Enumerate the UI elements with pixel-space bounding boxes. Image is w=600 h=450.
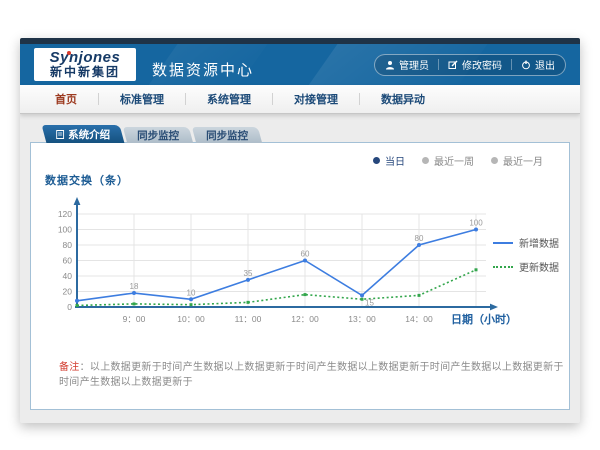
- app-header: Synjones 新中新集团 数据资源中心 管理员 修改密码: [20, 44, 580, 85]
- tab-bar: 系统介绍 同步监控 同步监控: [44, 125, 260, 143]
- legend-item-new-data[interactable]: 新增数据: [493, 235, 559, 250]
- svg-text:15: 15: [365, 298, 374, 307]
- svg-text:11：00: 11：00: [235, 314, 262, 324]
- logo-text-en: Synjones: [42, 50, 128, 66]
- legend-item-update-data[interactable]: 更新数据: [493, 259, 559, 274]
- app-window: Synjones 新中新集团 数据资源中心 管理员 修改密码: [20, 38, 580, 423]
- range-label: 最近一月: [503, 153, 543, 168]
- legend-label: 新增数据: [519, 235, 559, 250]
- app-title: 数据资源中心: [152, 59, 254, 80]
- logo-text-cn: 新中新集团: [42, 66, 128, 79]
- nav-item-interface-mgmt[interactable]: 对接管理: [273, 91, 359, 107]
- divider: [438, 59, 439, 70]
- x-axis-title: 日期（小时）: [451, 311, 517, 327]
- svg-text:100: 100: [58, 225, 72, 235]
- footnote: 备注：以上数据更新于时间产生数据以上数据更新于时间产生数据以上数据更新于时间产生…: [59, 358, 569, 388]
- change-password-label: 修改密码: [462, 57, 502, 72]
- edit-icon: [448, 60, 458, 70]
- user-menu: 管理员 修改密码 退出: [374, 54, 566, 76]
- tab-system-intro[interactable]: 系统介绍: [42, 125, 125, 143]
- svg-text:20: 20: [63, 287, 73, 297]
- user-menu-admin[interactable]: 管理员: [385, 57, 429, 72]
- divider: [511, 59, 512, 70]
- dotted-line-swatch: [493, 266, 513, 268]
- tab-label: 同步监控: [206, 128, 248, 143]
- svg-text:10：00: 10：00: [177, 314, 205, 324]
- svg-text:10: 10: [187, 288, 196, 297]
- tab-sync-monitor-2[interactable]: 同步监控: [192, 127, 262, 143]
- svg-text:18: 18: [130, 282, 139, 291]
- document-icon: [56, 130, 64, 139]
- svg-text:9：00: 9：00: [123, 314, 146, 324]
- company-logo: Synjones 新中新集团: [34, 48, 136, 81]
- chart-panel: 当日 最近一周 最近一月 数据交换（条） 0204060801001209：00…: [30, 142, 570, 410]
- note-label: 备注: [59, 362, 80, 373]
- nav-item-home[interactable]: 首页: [34, 91, 98, 107]
- nav-item-system-mgmt[interactable]: 系统管理: [186, 91, 272, 107]
- line-chart: 0 20 40 60 80 100 120 9：00 10：00 11：00 12：00 13：00 1…: [39, 157, 504, 345]
- content-area: 系统介绍 同步监控 同步监控 当日: [20, 114, 580, 423]
- logout-label: 退出: [535, 57, 555, 72]
- user-icon: [385, 60, 395, 70]
- svg-text:120: 120: [58, 209, 72, 219]
- logout-button[interactable]: 退出: [521, 57, 555, 72]
- power-icon: [521, 60, 531, 70]
- legend-label: 更新数据: [519, 259, 559, 274]
- username-label: 管理员: [399, 57, 429, 72]
- solid-line-swatch: [493, 242, 513, 244]
- nav-item-standard-mgmt[interactable]: 标准管理: [99, 91, 185, 107]
- logo-accent-dot: [67, 51, 71, 55]
- svg-text:12：00: 12：00: [291, 314, 319, 324]
- tab-sync-monitor-1[interactable]: 同步监控: [123, 127, 193, 143]
- svg-text:80: 80: [63, 240, 73, 250]
- svg-text:60: 60: [301, 250, 310, 259]
- svg-text:0: 0: [67, 302, 72, 312]
- svg-text:80: 80: [415, 234, 424, 243]
- svg-text:40: 40: [63, 271, 73, 281]
- change-password-button[interactable]: 修改密码: [448, 57, 502, 72]
- svg-text:100: 100: [469, 219, 483, 228]
- page: Synjones 新中新集团 数据资源中心 管理员 修改密码: [0, 0, 600, 450]
- nav-item-data-change[interactable]: 数据异动: [360, 91, 446, 107]
- tab-label: 系统介绍: [68, 127, 110, 142]
- svg-text:35: 35: [244, 269, 253, 278]
- svg-text:14：00: 14：00: [405, 314, 433, 324]
- svg-text:60: 60: [63, 256, 73, 266]
- tab-label: 同步监控: [137, 128, 179, 143]
- svg-text:13：00: 13：00: [348, 314, 376, 324]
- note-text: ：以上数据更新于时间产生数据以上数据更新于时间产生数据以上数据更新于时间产生数据…: [59, 362, 564, 388]
- chart-legend: 新增数据 更新数据: [493, 235, 559, 283]
- main-nav: 首页 标准管理 系统管理 对接管理 数据异动: [20, 85, 580, 114]
